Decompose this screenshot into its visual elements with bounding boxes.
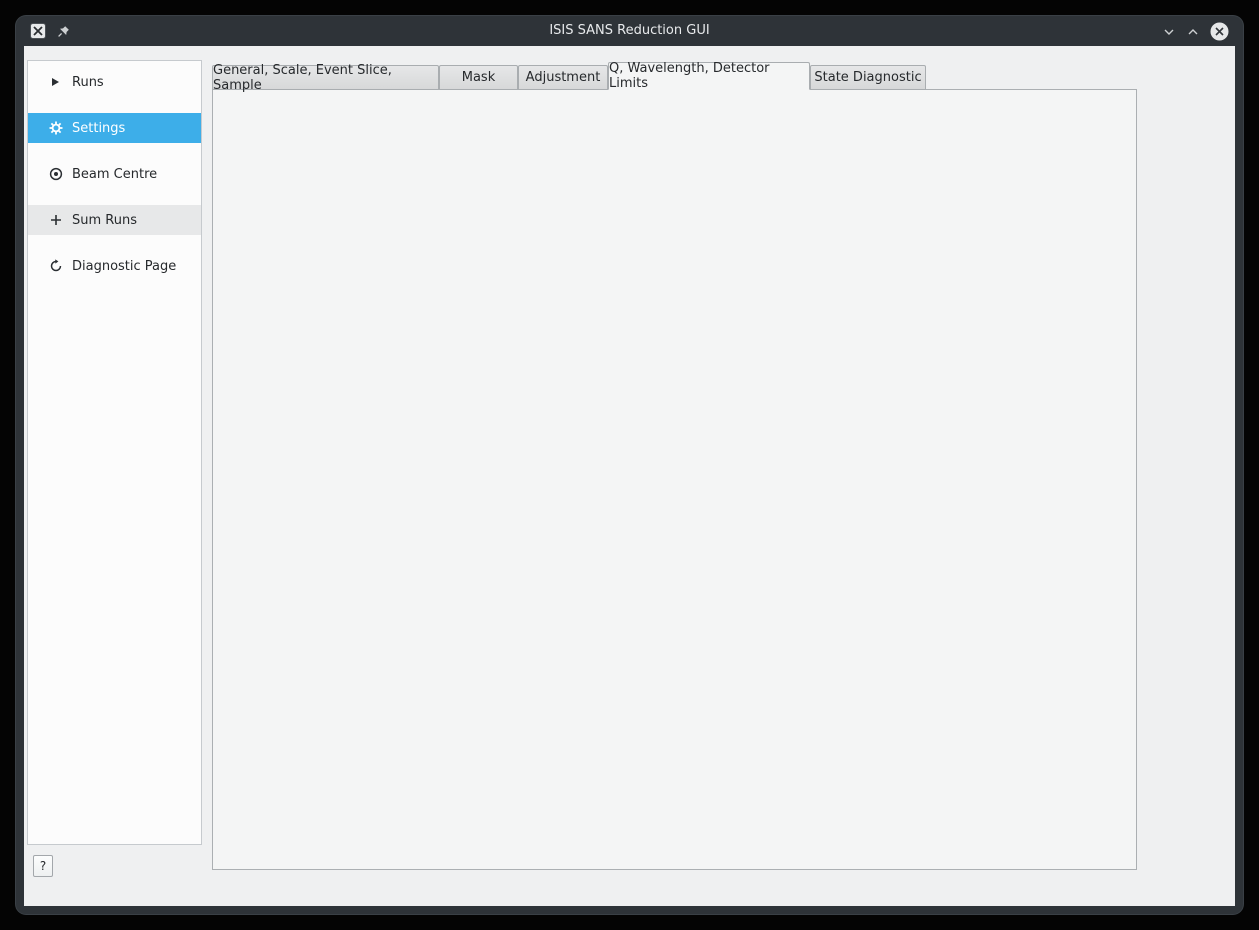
circular-arrow-icon (48, 259, 63, 273)
sidebar-item-label: Runs (72, 75, 104, 90)
sidebar-item-settings[interactable]: Settings (28, 113, 201, 143)
triangle-right-icon (48, 78, 63, 86)
sidebar-item-label: Sum Runs (72, 213, 137, 228)
close-icon (1210, 22, 1229, 41)
circle-dot-icon (48, 167, 63, 181)
sidebar-item-runs[interactable]: Runs (28, 67, 201, 97)
tab-state-diagnostic[interactable]: State Diagnostic (810, 65, 926, 90)
minimize-button[interactable] (1162, 25, 1176, 39)
chevron-down-icon (1163, 26, 1175, 38)
sidebar: Runs Settings (27, 60, 202, 845)
tab-adjustment[interactable]: Adjustment (518, 65, 608, 90)
tab-general-scale-event-slice-sample[interactable]: General, Scale, Event Slice, Sample (212, 65, 439, 90)
titlebar: ISIS SANS Reduction GUI (16, 16, 1243, 46)
sidebar-item-label: Diagnostic Page (72, 259, 176, 274)
tab-mask[interactable]: Mask (439, 65, 518, 90)
settings-panel (212, 89, 1137, 870)
plus-icon (48, 214, 63, 226)
app-window: ISIS SANS Reduction GUI (16, 16, 1243, 914)
gear-icon (48, 121, 63, 135)
window-title: ISIS SANS Reduction GUI (16, 16, 1243, 46)
tabbar: General, Scale, Event Slice, Sample Mask… (212, 62, 926, 90)
screen: ISIS SANS Reduction GUI (0, 0, 1259, 930)
sidebar-item-diagnostic-page[interactable]: Diagnostic Page (28, 251, 201, 281)
chevron-up-icon (1187, 26, 1199, 38)
tab-q-wavelength-detector-limits[interactable]: Q, Wavelength, Detector Limits (608, 62, 810, 90)
sidebar-item-label: Settings (72, 121, 125, 136)
help-button[interactable]: ? (33, 855, 53, 877)
close-button[interactable] (1210, 22, 1229, 41)
maximize-button[interactable] (1186, 25, 1200, 39)
sidebar-item-label: Beam Centre (72, 167, 157, 182)
sidebar-item-sum-runs[interactable]: Sum Runs (28, 205, 201, 235)
sidebar-item-beam-centre[interactable]: Beam Centre (28, 159, 201, 189)
